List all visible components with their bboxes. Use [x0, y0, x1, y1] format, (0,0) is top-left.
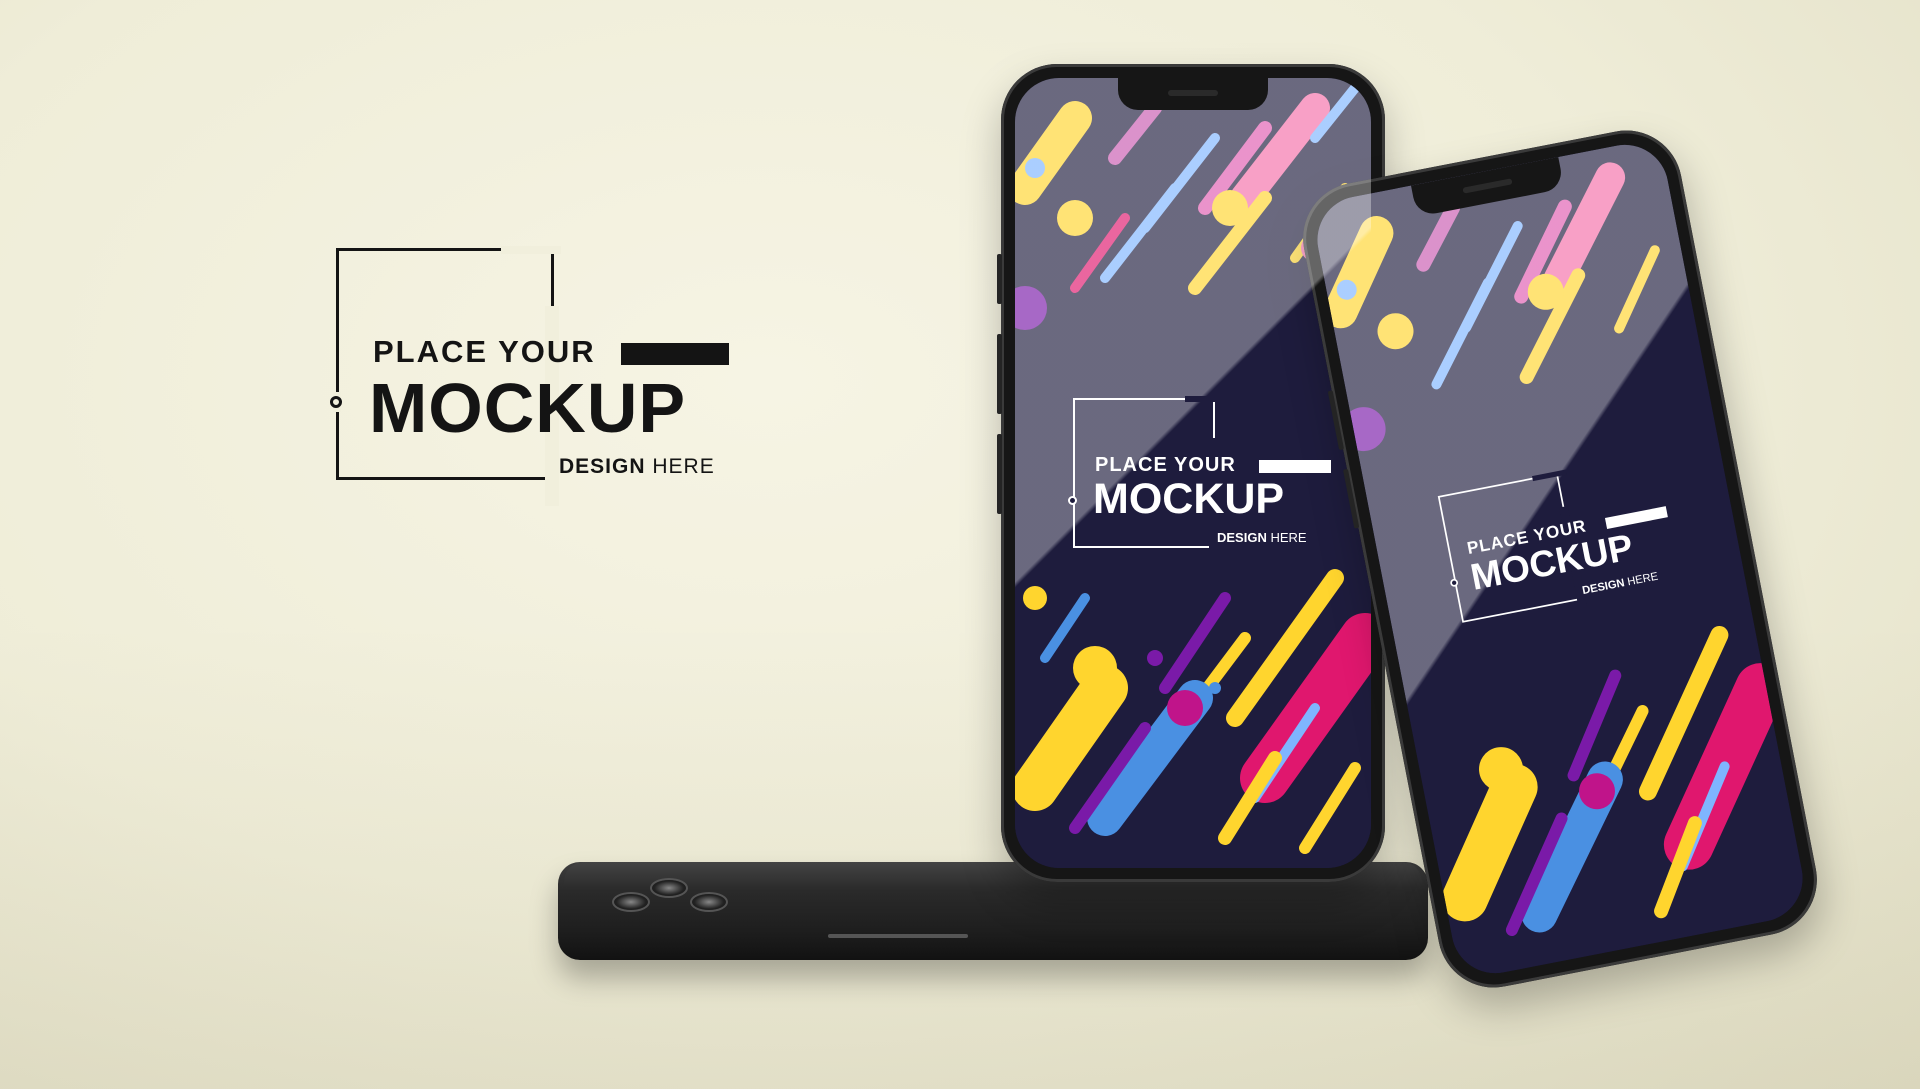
logo-line-2: MOCKUP — [369, 369, 687, 447]
phone-screen: PLACE YOUR MOCKUP DESIGN HERE — [1015, 78, 1371, 868]
phone-notch — [1118, 78, 1268, 110]
phone-upright: PLACE YOUR MOCKUP DESIGN HERE — [997, 64, 1385, 882]
screen-logo-line-2: MOCKUP — [1093, 475, 1285, 523]
screen-logo: PLACE YOUR MOCKUP DESIGN HERE — [1068, 396, 1363, 558]
mockup-logo: PLACE YOUR MOCKUP DESIGN HERE — [330, 246, 733, 506]
camera-lens-icon — [650, 878, 688, 898]
screen-logo-line-3: DESIGN HERE — [1217, 530, 1307, 545]
logo-line-1: PLACE YOUR — [373, 334, 596, 369]
logo-circle-icon — [330, 396, 342, 408]
camera-lens-icon — [612, 892, 650, 912]
logo-bar — [621, 343, 729, 365]
logo-line-3-light: HERE — [652, 455, 715, 478]
logo-line-3-bold: DESIGN — [559, 455, 646, 478]
logo-line-3: DESIGN HERE — [559, 455, 715, 479]
phone-port — [828, 934, 968, 938]
camera-lens-icon — [690, 892, 728, 912]
mockup-scene: PLACE YOUR MOCKUP DESIGN HERE PLACE YOUR… — [0, 0, 1920, 1089]
